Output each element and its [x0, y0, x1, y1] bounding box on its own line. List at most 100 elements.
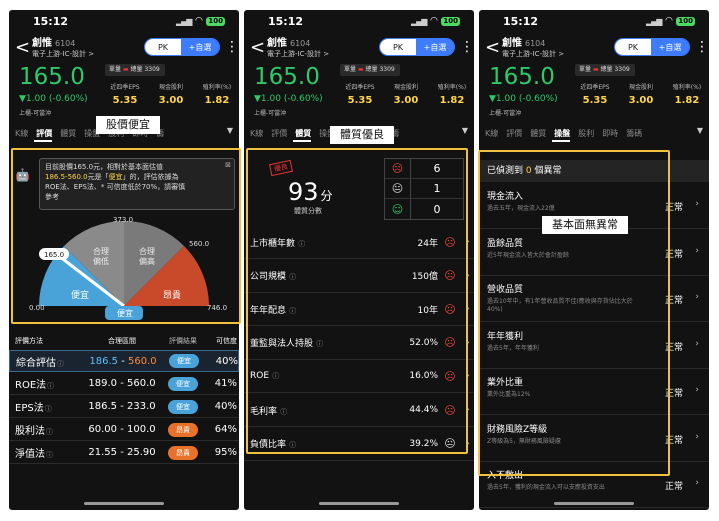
col-conf: 可信度 — [216, 337, 237, 345]
metric-dividend: 現金股利 3.00 — [619, 82, 663, 106]
volume-label: 單量 — [579, 66, 592, 73]
metric-eps: 近四季EPS 5.35 — [103, 82, 147, 106]
more-icon[interactable]: ⋮ — [225, 39, 239, 55]
add-watchlist-button[interactable]: +自選 — [651, 39, 689, 55]
result-badge: 便宜 — [168, 376, 198, 391]
quote-panel: 165.0 ▼1.00 (-0.60%) 上櫃-可當沖 單量 ▬ 總量 3309… — [244, 62, 474, 124]
col-range: 合理區間 — [108, 337, 136, 345]
signal-icon: ▂▄▆ — [175, 16, 193, 26]
tab-realtime[interactable]: 即時 — [602, 128, 618, 139]
metric-value: 1.82 — [674, 95, 700, 106]
metric-value: 5.35 — [347, 95, 373, 106]
metric-eps: 近四季EPS 5.35 — [338, 82, 382, 106]
result-badge: 便宜 — [169, 354, 199, 368]
metric-value: 3.00 — [158, 95, 184, 106]
chevron-right-icon[interactable]: › — [695, 292, 699, 302]
valuation-row[interactable]: ROE法ⓘ 189.0 - 560.0 便宜 41% — [9, 373, 239, 395]
pk-add-group: PK +自選 — [614, 38, 690, 56]
metric-eps: 近四季EPS 5.35 — [573, 82, 617, 106]
stock-industry[interactable]: 電子上游-IC-設計 > — [267, 49, 374, 60]
tab-trading[interactable]: 操盤 — [554, 128, 570, 139]
stock-name: 創惟 — [502, 37, 522, 49]
tab-quality[interactable]: 體質 — [530, 128, 546, 139]
back-icon[interactable]: < — [15, 37, 30, 58]
row-method: ROE法ⓘ — [9, 376, 83, 391]
fundamental-status: 正常 — [664, 482, 683, 492]
row-result: 昂貴 — [161, 445, 205, 460]
add-watchlist-button[interactable]: +自選 — [181, 39, 219, 55]
status-time: 15:12 — [268, 14, 304, 28]
back-icon[interactable]: < — [485, 37, 500, 58]
quote-panel: 165.0 ▼1.00 (-0.60%) 上櫃-可當沖 單量 ▬ 總量 3309… — [9, 62, 239, 124]
tab-kline[interactable]: K線 — [15, 128, 28, 139]
more-icon[interactable]: ⋮ — [695, 39, 709, 55]
valuation-row[interactable]: 綜合評估ⓘ 186.5 - 560.0 便宜 40% — [9, 350, 239, 372]
tab-dropdown-icon[interactable]: ▼ — [458, 126, 468, 135]
stock-industry[interactable]: 電子上游-IC-設計 > — [32, 49, 139, 60]
chevron-right-icon[interactable]: › — [695, 432, 699, 442]
row-range: 189.0 - 560.0 — [88, 378, 156, 389]
tab-dropdown-icon[interactable]: ▼ — [223, 126, 233, 135]
more-icon[interactable]: ⋮ — [460, 39, 474, 55]
info-icon[interactable]: ⓘ — [57, 360, 64, 368]
tab-quality[interactable]: 體質 — [295, 128, 311, 139]
info-icon[interactable]: ⓘ — [45, 405, 52, 413]
metric-dividend: 現金股利 3.00 — [384, 82, 428, 106]
metric-value: 3.00 — [393, 95, 419, 106]
fundamental-desc: 過去5年，獲利的現金流入可以支應投資支出 — [487, 484, 605, 491]
row-result: 昂貴 — [161, 422, 205, 437]
row-method: 淨值法ⓘ — [9, 445, 83, 460]
info-icon[interactable]: ⓘ — [46, 451, 53, 459]
metric-value: 5.35 — [582, 95, 608, 106]
status-time: 15:12 — [503, 14, 539, 28]
metric-yield: 殖利率(%) 1.82 — [665, 82, 709, 106]
info-icon[interactable]: ⓘ — [46, 428, 53, 436]
tab-dropdown-icon[interactable]: ▼ — [693, 126, 703, 135]
tab-valuation[interactable]: 評價 — [271, 128, 287, 139]
metric-label: 近四季EPS — [110, 84, 140, 91]
status-time: 15:12 — [33, 14, 69, 28]
valuation-row[interactable]: 股利法ⓘ 60.00 - 100.0 昂貴 64% — [9, 419, 239, 441]
range-high: 560.0 — [127, 355, 157, 367]
tab-valuation[interactable]: 評價 — [506, 128, 522, 139]
range-low: 60.00 — [88, 424, 118, 435]
stock-price: 165.0 — [489, 64, 555, 90]
chevron-right-icon[interactable]: › — [695, 199, 699, 209]
info-icon[interactable]: ⓘ — [47, 382, 54, 390]
tab-kline[interactable]: K線 — [250, 128, 263, 139]
pk-button[interactable]: PK — [380, 39, 416, 55]
chevron-right-icon[interactable]: › — [695, 385, 699, 395]
metric-label: 現金股利 — [158, 84, 183, 91]
tab-kline[interactable]: K線 — [485, 128, 498, 139]
tab-chip[interactable]: 籌碼 — [626, 128, 642, 139]
pk-button[interactable]: PK — [615, 39, 651, 55]
row-range: 186.5 - 233.0 — [88, 401, 156, 412]
range-high: 25.90 — [126, 447, 156, 458]
col-result: 評價結果 — [169, 337, 197, 345]
chevron-right-icon[interactable]: › — [695, 246, 699, 256]
valuation-row[interactable]: 淨值法ⓘ 21.55 - 25.90 昂貴 95% — [9, 442, 239, 464]
range-low: 186.5 — [89, 355, 119, 367]
tab-valuation[interactable]: 評價 — [36, 128, 52, 139]
quote-panel: 165.0 ▼1.00 (-0.60%) 上櫃-可當沖 單量 ▬ 總量 3309… — [479, 62, 709, 124]
row-method: 綜合評估ⓘ — [10, 354, 84, 369]
range-low: 189.0 — [88, 378, 118, 389]
pk-button[interactable]: PK — [145, 39, 181, 55]
tab-dividend[interactable]: 股利 — [578, 128, 594, 139]
valuation-row[interactable]: EPS法ⓘ 186.5 - 233.0 便宜 40% — [9, 396, 239, 418]
chevron-right-icon[interactable]: › — [695, 478, 699, 488]
stock-name: 創惟 — [267, 37, 287, 49]
metric-yield: 殖利率(%) 1.82 — [195, 82, 239, 106]
tab-quality[interactable]: 體質 — [60, 128, 76, 139]
stock-industry[interactable]: 電子上游-IC-設計 > — [502, 49, 609, 60]
add-watchlist-button[interactable]: +自選 — [416, 39, 454, 55]
back-icon[interactable]: < — [250, 37, 265, 58]
stock-title: 創惟 6104 電子上游-IC-設計 > — [267, 35, 374, 60]
volume-bar: 單量 ▬ 總量 3309 — [340, 64, 400, 76]
volume-bar: 單量 ▬ 總量 3309 — [575, 64, 635, 76]
stock-title: 創惟 6104 電子上游-IC-設計 > — [32, 35, 139, 60]
row-result: 便宜 — [162, 354, 206, 368]
volume-bar: 單量 ▬ 總量 3309 — [105, 64, 165, 76]
chevron-right-icon[interactable]: › — [695, 339, 699, 349]
row-confidence: 64% — [214, 424, 237, 435]
